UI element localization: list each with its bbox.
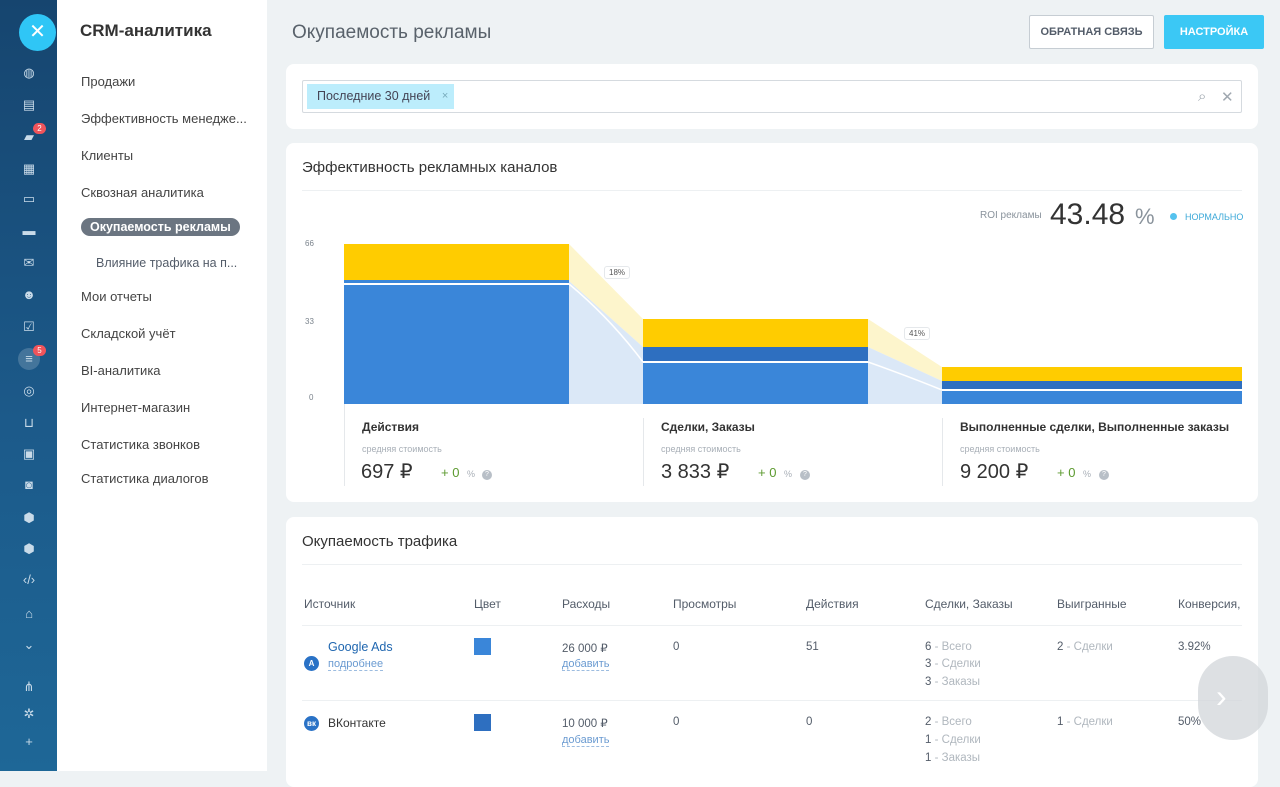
views-value: 0 xyxy=(673,716,680,728)
deals-orders-label: - Заказы xyxy=(934,676,981,688)
deals-total-label: - Всего xyxy=(934,716,972,728)
actions-value: 51 xyxy=(806,641,819,653)
stage-delta-pct: % xyxy=(784,469,793,479)
stage-sub: средняя стоимость xyxy=(362,444,442,454)
stage-value: 9 200 ₽ xyxy=(960,461,1029,483)
won-count: 2 xyxy=(1057,641,1064,653)
stage-delta-pct: % xyxy=(1083,469,1092,479)
col-actions[interactable]: Действия xyxy=(806,597,859,611)
google-ads-icon: A xyxy=(304,656,319,671)
stage-sub: средняя стоимость xyxy=(960,444,1040,454)
won-value: 1 - Сделки xyxy=(1057,716,1113,728)
stage-value: 3 833 ₽ xyxy=(661,461,730,483)
add-expense-link[interactable]: добавить xyxy=(562,658,610,671)
expense-value: 26 000 ₽ xyxy=(562,643,608,655)
chevron-right-icon[interactable]: › xyxy=(1198,656,1268,740)
stage-sub: средняя стоимость xyxy=(661,444,741,454)
col-conversion[interactable]: Конверсия, xyxy=(1178,597,1240,611)
deals-deals-count: 3 xyxy=(925,658,932,670)
help-icon[interactable]: ? xyxy=(800,470,810,480)
deals-deals-label: - Сделки xyxy=(934,734,981,746)
deals-total-label: - Всего xyxy=(934,641,972,653)
details-link[interactable]: подробнее xyxy=(328,658,384,671)
divider xyxy=(302,564,1242,565)
source-color-swatch[interactable] xyxy=(474,638,491,655)
source-name[interactable]: Google Ads xyxy=(328,640,393,654)
divider xyxy=(302,625,1242,626)
vk-icon: вк xyxy=(304,716,319,731)
deals-orders: 3 - Заказы xyxy=(925,676,980,688)
deals-deals-count: 1 xyxy=(925,734,932,746)
deals-total: 6 - Всего xyxy=(925,641,972,653)
conversion-value: 50% xyxy=(1178,716,1202,728)
stage-delta-pct: % xyxy=(467,469,476,479)
deals-total-count: 6 xyxy=(925,641,932,653)
deals-orders-count: 3 xyxy=(925,676,932,688)
expense-value: 10 000 ₽ xyxy=(562,718,608,730)
won-value: 2 - Сделки xyxy=(1057,641,1113,653)
deals-orders-label: - Заказы xyxy=(934,752,981,764)
deals-orders: 1 - Заказы xyxy=(925,752,980,764)
help-icon[interactable]: ? xyxy=(1099,470,1109,480)
source-name[interactable]: ВКонтакте xyxy=(328,716,386,730)
col-deals[interactable]: Сделки, Заказы xyxy=(925,597,1013,611)
deals-deals: 3 - Сделки xyxy=(925,658,981,670)
bar-completed-yellow xyxy=(942,367,1242,381)
won-label: - Сделки xyxy=(1066,641,1113,653)
stage-delta: + 0 xyxy=(441,465,460,480)
bar-actions-yellow xyxy=(344,244,569,280)
col-won[interactable]: Выигранные xyxy=(1057,597,1127,611)
stage-name: Сделки, Заказы xyxy=(661,420,755,434)
stage-delta: + 0 xyxy=(1057,465,1076,480)
bar-deals-darkblue xyxy=(643,347,868,362)
stage-divider xyxy=(643,418,644,486)
stage-name: Действия xyxy=(362,420,420,434)
transition-pct-1: 18% xyxy=(604,266,631,279)
divider xyxy=(302,700,1242,701)
deals-orders-count: 1 xyxy=(925,752,932,764)
add-expense-link[interactable]: добавить xyxy=(562,734,610,747)
bar-deals-blue xyxy=(643,362,868,404)
won-count: 1 xyxy=(1057,716,1064,728)
col-source[interactable]: Источник xyxy=(304,597,355,611)
views-value: 0 xyxy=(673,641,680,653)
stage-value: 697 ₽ xyxy=(361,461,413,483)
deals-deals: 1 - Сделки xyxy=(925,734,981,746)
stage-name: Выполненные сделки, Выполненные заказы xyxy=(960,420,1230,434)
conversion-value: 3.92% xyxy=(1178,641,1211,653)
deals-total-count: 2 xyxy=(925,716,932,728)
stage-delta: + 0 xyxy=(758,465,777,480)
transition-pct-2: 41% xyxy=(904,327,931,340)
deals-deals-label: - Сделки xyxy=(934,658,981,670)
help-icon[interactable]: ? xyxy=(482,470,492,480)
stage-divider xyxy=(344,404,345,486)
col-views[interactable]: Просмотры xyxy=(673,597,736,611)
col-expenses[interactable]: Расходы xyxy=(562,597,610,611)
won-label: - Сделки xyxy=(1066,716,1113,728)
bar-actions-blue xyxy=(344,280,569,404)
source-color-swatch[interactable] xyxy=(474,714,491,731)
traffic-title: Окупаемость трафика xyxy=(302,533,458,550)
bar-completed-blue xyxy=(942,390,1242,404)
actions-value: 0 xyxy=(806,716,813,728)
deals-total: 2 - Всего xyxy=(925,716,972,728)
bar-completed-darkblue xyxy=(942,381,1242,390)
bar-deals-yellow xyxy=(643,319,868,347)
stage-divider xyxy=(942,418,943,486)
col-color[interactable]: Цвет xyxy=(474,597,501,611)
